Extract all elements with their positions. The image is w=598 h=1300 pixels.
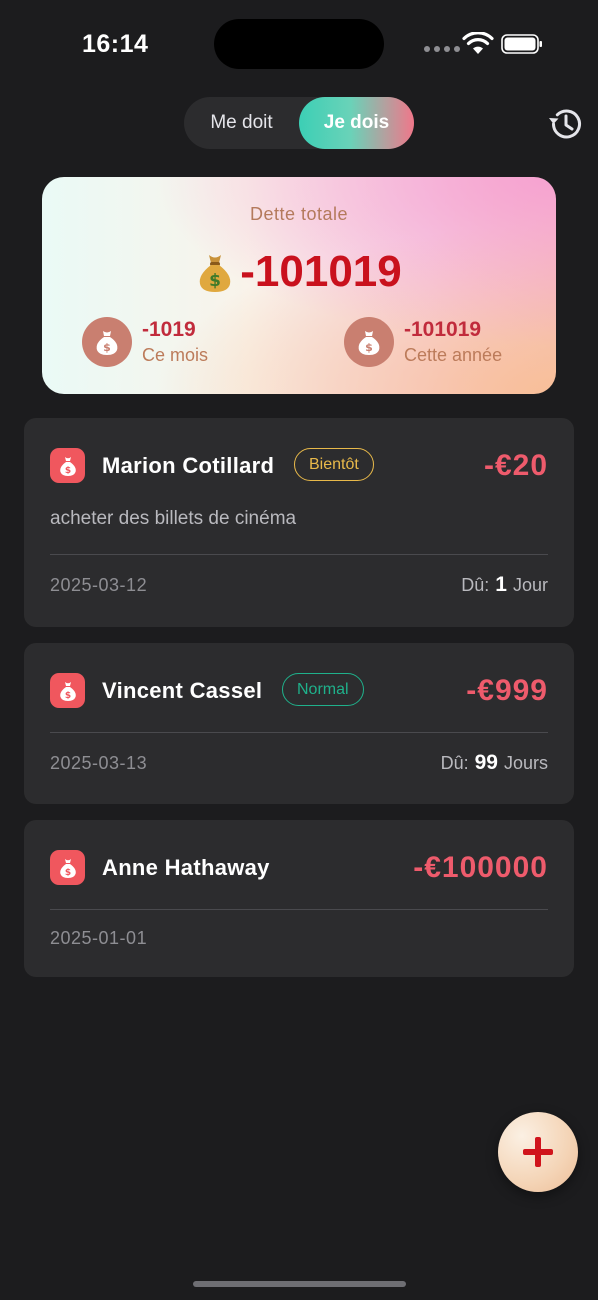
due-unit: Jours — [503, 753, 548, 773]
money-bag-icon: $ — [50, 850, 85, 885]
debtor-name: Marion Cotillard — [102, 453, 275, 478]
total-debt-title: Dette totale — [249, 204, 349, 224]
debt-date: 2025-03-13 — [50, 753, 148, 773]
plus-icon — [523, 1137, 553, 1167]
divider — [50, 909, 548, 910]
total-debt-card: Dette totale $ -101019 $ -1019 Ce mois $ — [42, 177, 556, 394]
tab-je-dois[interactable]: Je dois — [299, 97, 414, 149]
status-badge: Normal — [282, 673, 364, 706]
wifi-icon — [462, 32, 494, 54]
svg-text:$: $ — [103, 341, 111, 354]
debt-date: 2025-01-01 — [50, 928, 148, 948]
debt-card[interactable]: $ Anne Hathaway -€100000 2025-01-01 — [24, 820, 574, 977]
money-bag-icon: $ — [82, 317, 132, 367]
tab-me-doit[interactable]: Me doit — [184, 97, 299, 149]
due-unit: Jour — [512, 575, 548, 595]
svg-text:$: $ — [64, 691, 70, 701]
app-screen: 16:14 Me doit Je dois Dette totale $ -10… — [0, 0, 598, 1300]
debt-card[interactable]: $ Vincent Cassel Normal -€999 2025-03-13… — [24, 643, 574, 804]
status-badge: Bientôt — [294, 448, 374, 481]
money-bag-icon: $ — [50, 448, 85, 483]
total-debt-amount: -101019 — [240, 247, 402, 296]
money-bag-icon: $ — [344, 317, 394, 367]
month-label: Ce mois — [142, 345, 209, 365]
owe-segment-control: Me doit Je dois — [184, 97, 414, 149]
cellular-signal-icon — [424, 46, 460, 52]
due-label: Dû: — [440, 753, 469, 773]
due-value: 99 — [474, 751, 498, 774]
debt-amount: -€999 — [466, 674, 548, 707]
due-label: Dû: — [461, 575, 490, 595]
divider — [50, 554, 548, 555]
year-value: -101019 — [404, 318, 482, 341]
status-time: 16:14 — [82, 30, 149, 58]
dynamic-island — [214, 19, 384, 69]
due-info: Dû: 99 Jours — [441, 751, 548, 775]
month-value: -1019 — [142, 318, 196, 341]
debt-card[interactable]: $ Marion Cotillard Bientôt -€20 acheter … — [24, 418, 574, 627]
yearly-summary: $ -101019 Cette année — [344, 317, 502, 367]
battery-icon — [501, 34, 542, 54]
debtor-name: Vincent Cassel — [102, 678, 263, 703]
divider — [50, 732, 548, 733]
svg-text:$: $ — [209, 271, 221, 291]
money-bag-icon: $ — [199, 255, 231, 292]
year-label: Cette année — [404, 345, 503, 365]
due-info: Dû: 1 Jour — [461, 573, 548, 597]
add-debt-button[interactable] — [498, 1112, 578, 1192]
debtor-name: Anne Hathaway — [102, 855, 270, 880]
svg-text:$: $ — [64, 868, 70, 878]
debt-date: 2025-03-12 — [50, 575, 148, 595]
debt-amount: -€20 — [483, 449, 548, 482]
debt-description: acheter des billets de cinéma — [50, 508, 297, 529]
monthly-summary: $ -1019 Ce mois — [82, 317, 208, 367]
history-icon[interactable] — [545, 104, 585, 144]
svg-text:$: $ — [64, 466, 70, 476]
home-indicator — [193, 1281, 406, 1287]
svg-text:$: $ — [365, 341, 373, 354]
due-value: 1 — [495, 573, 507, 596]
total-debt-row: $ -101019 — [42, 247, 556, 297]
debt-amount: -€100000 — [413, 851, 548, 884]
money-bag-icon: $ — [50, 673, 85, 708]
